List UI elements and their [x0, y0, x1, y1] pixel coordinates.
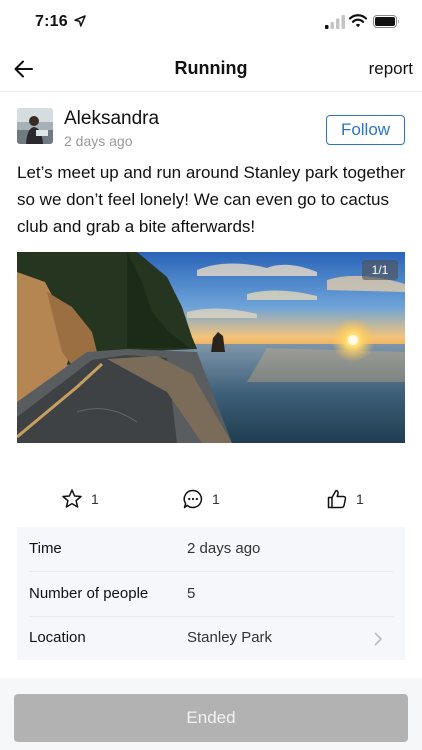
navigation-bar: Running report [0, 46, 422, 92]
wifi-icon [349, 14, 367, 28]
favorite-button[interactable]: 1 [61, 484, 99, 514]
location-arrow-icon [74, 15, 86, 27]
comment-count: 1 [212, 491, 220, 507]
author-name[interactable]: Aleksandra [64, 108, 159, 130]
like-count: 1 [356, 491, 364, 507]
arrow-left-icon[interactable] [10, 55, 38, 83]
detail-label: Time [29, 540, 62, 557]
follow-button[interactable]: Follow [326, 115, 405, 145]
favorite-count: 1 [91, 491, 99, 507]
post-photo[interactable]: 1/1 [17, 252, 405, 443]
comment-button[interactable]: 1 [182, 484, 220, 514]
detail-row-time: Time 2 days ago [17, 527, 405, 571]
ended-button[interactable]: Ended [14, 694, 408, 742]
bottom-action-bar: Ended [0, 678, 422, 750]
page-title: Running [174, 58, 248, 78]
photo-counter: 1/1 [362, 260, 398, 280]
detail-value: 2 days ago [187, 540, 261, 557]
status-time: 7:16 [35, 13, 68, 30]
detail-value: Stanley Park [187, 629, 273, 646]
comment-bubble-icon [183, 489, 203, 509]
detail-label: Location [29, 629, 86, 646]
avatar[interactable] [17, 108, 53, 144]
post-author-row: Aleksandra 2 days ago Follow [17, 104, 407, 154]
detail-row-location[interactable]: Location Stanley Park [17, 616, 405, 660]
post-body-text: Let’s meet up and run around Stanley par… [17, 163, 406, 236]
seawall-sunset-photo [17, 252, 405, 443]
post-timestamp: 2 days ago [64, 133, 133, 149]
battery-icon [373, 15, 399, 28]
status-bar: 7:16 [0, 0, 422, 46]
like-button[interactable]: 1 [326, 484, 364, 514]
cellular-signal-icon [325, 15, 345, 29]
post-actions: 1 1 1 [0, 484, 422, 514]
detail-label: Number of people [29, 585, 149, 602]
chevron-right-icon [374, 632, 382, 646]
report-link[interactable]: report [369, 59, 413, 79]
event-details-card: Time 2 days ago Number of people 5 Locat… [17, 527, 405, 660]
avatar-photo [17, 108, 53, 144]
thumbs-up-icon [327, 489, 347, 509]
detail-row-people: Number of people 5 [17, 572, 405, 616]
detail-value: 5 [187, 585, 196, 602]
star-icon [62, 489, 82, 508]
